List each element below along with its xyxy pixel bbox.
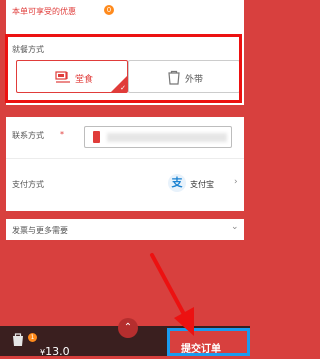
expand-cart-button[interactable]: ⌃ [118,318,138,338]
divider [6,158,244,159]
chevron-right-icon: › [234,177,238,187]
payment-method-name: 支付宝 [190,180,214,189]
required-star: * [60,130,64,139]
chevron-down-icon: ⌄ [231,222,239,232]
cart-count-badge: 1 [28,333,37,342]
submit-highlight-outline [167,328,250,356]
total-amount: 13.0 [45,345,70,358]
phone-input[interactable] [84,126,232,148]
invoice-label: 发票与更多需要 [12,226,68,235]
phone-value-blurred [107,133,227,142]
invoice-row[interactable]: 发票与更多需要 ⌄ [6,219,244,240]
phone-icon [93,131,100,143]
dining-highlight-outline [5,34,242,103]
order-total: ¥13.0 [40,340,70,359]
cart-bag-icon[interactable] [10,331,26,347]
promo-card[interactable]: 本单可享受的优惠 0 [6,0,244,33]
alipay-icon: 支 [168,174,186,192]
contact-label: 联系方式 [12,131,44,140]
promo-count-badge: 0 [104,5,114,15]
payment-label: 支付方式 [12,180,44,189]
promo-text: 本单可享受的优惠 [12,7,76,16]
